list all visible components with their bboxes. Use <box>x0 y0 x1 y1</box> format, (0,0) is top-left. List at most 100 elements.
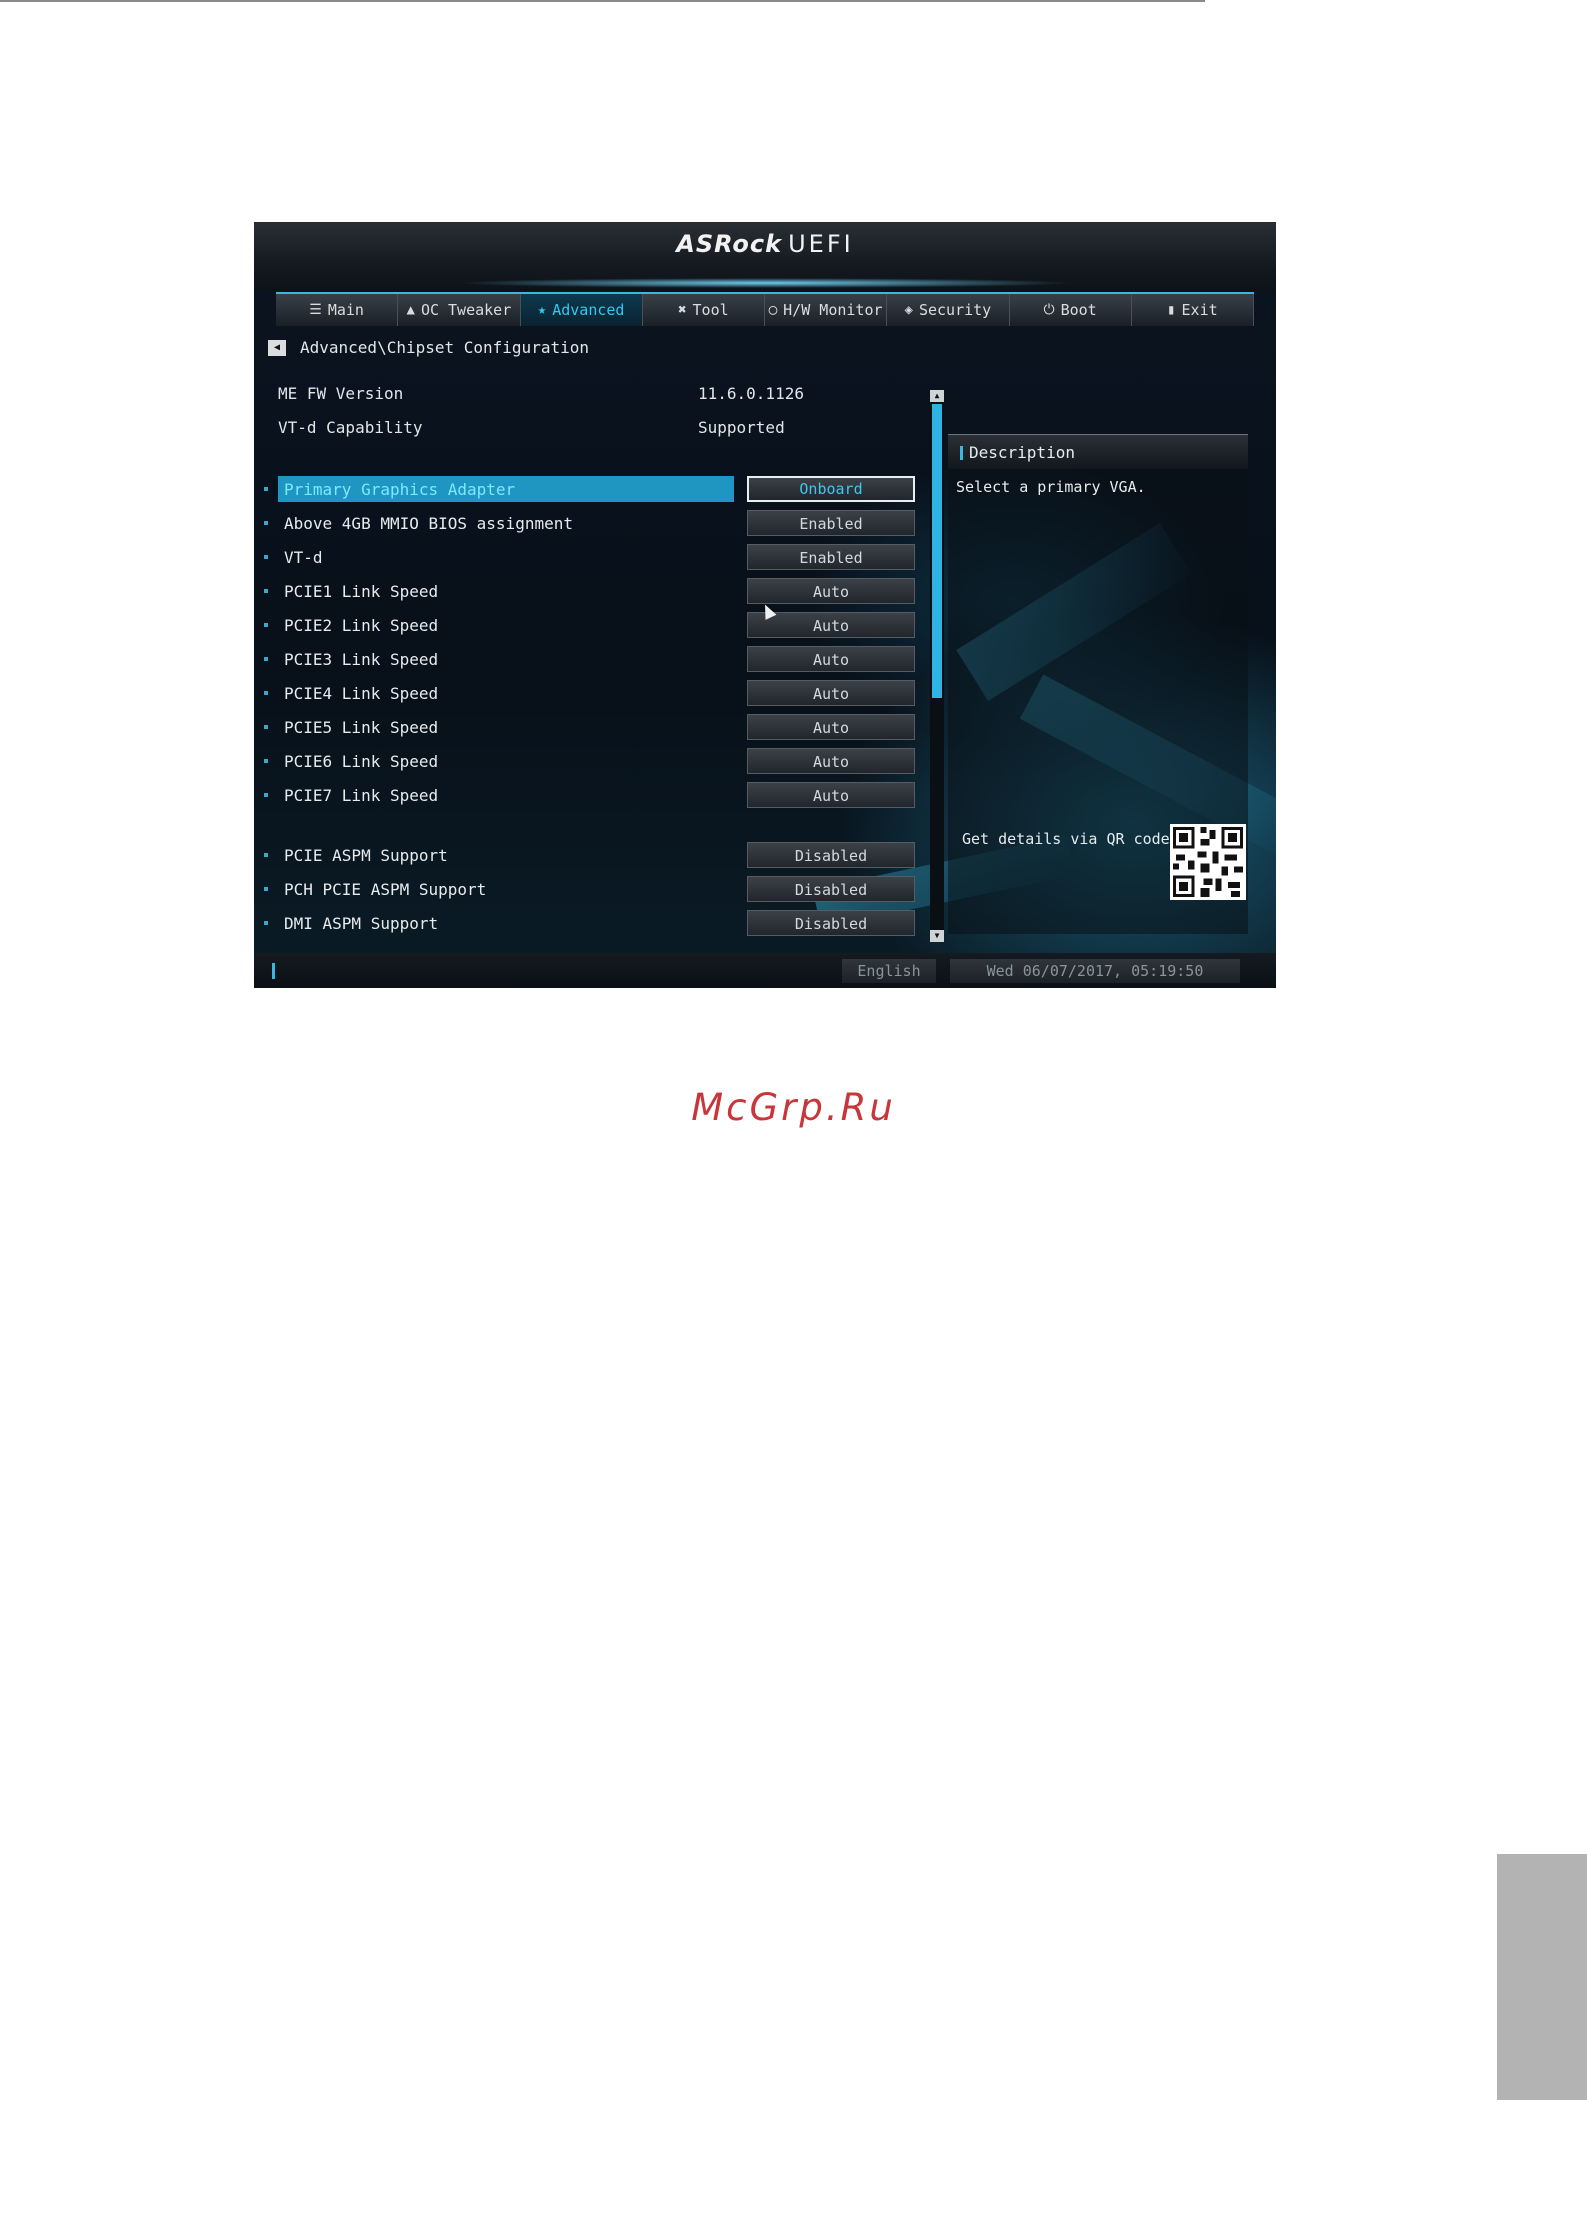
bullet-icon <box>264 853 268 857</box>
scroll-down-icon[interactable]: ▼ <box>930 930 944 942</box>
scroll-thumb[interactable] <box>932 404 942 698</box>
tab-label: Tool <box>692 301 729 319</box>
info-value-vtd-capability: Supported <box>698 418 785 437</box>
label-wrap: VT-d <box>278 544 734 570</box>
label-wrap: PCIE2 Link Speed <box>278 612 734 638</box>
back-button[interactable]: ◀ <box>268 339 286 356</box>
breadcrumb-path: Advanced\Chipset Configuration <box>300 338 589 357</box>
setting-label: PCIE2 Link Speed <box>284 615 439 635</box>
description-panel: Description Select a primary VGA. Get de… <box>948 434 1248 934</box>
setting-pcie1-link-speed[interactable]: PCIE1 Link Speed <box>264 578 734 604</box>
label-wrap: Above 4GB MMIO BIOS assignment <box>278 510 734 536</box>
back-arrow-icon: ◀ <box>273 342 281 353</box>
value-pcie1-link-speed[interactable]: Auto <box>747 578 915 604</box>
info-label-me-fw: ME FW Version <box>278 384 404 403</box>
setting-pcie4-link-speed[interactable]: PCIE4 Link Speed <box>264 680 734 706</box>
tool-icon: ✖ <box>678 302 687 318</box>
tab-boot[interactable]: ⏻ Boot <box>1010 294 1132 326</box>
power-icon: ⏻ <box>1043 302 1055 318</box>
tab-label: OC Tweaker <box>420 301 512 319</box>
rocket-icon: ▲ <box>406 302 415 318</box>
tab-main[interactable]: ☰ Main <box>276 294 399 326</box>
value-pcie4-link-speed[interactable]: Auto <box>747 680 915 706</box>
selected-highlight: Primary Graphics Adapter <box>278 476 734 502</box>
setting-pcie-aspm-support[interactable]: PCIE ASPM Support <box>264 842 734 868</box>
setting-label: PCIE3 Link Speed <box>284 649 439 669</box>
label-wrap: PCIE6 Link Speed <box>278 748 734 774</box>
tab-label: Advanced <box>552 301 625 319</box>
label-wrap: PCIE ASPM Support <box>278 842 734 868</box>
shield-icon: ◈ <box>904 302 913 318</box>
setting-label: DMI ASPM Support <box>284 913 439 933</box>
setting-pcie2-link-speed[interactable]: PCIE2 Link Speed <box>264 612 734 638</box>
setting-dmi-aspm-support[interactable]: DMI ASPM Support <box>264 910 734 936</box>
value-pcie7-link-speed[interactable]: Auto <box>747 782 915 808</box>
setting-pcie3-link-speed[interactable]: PCIE3 Link Speed <box>264 646 734 672</box>
language-button[interactable]: English <box>842 959 936 983</box>
uefi-screen: ASRock UEFI ☰ Main ▲ OC Tweaker ★ Advanced ✖… <box>254 222 1276 988</box>
label-wrap: PCH PCIE ASPM Support <box>278 876 734 902</box>
description-text: Select a primary VGA. <box>956 478 1146 496</box>
value-pcie5-link-speed[interactable]: Auto <box>747 714 915 740</box>
bullet-icon <box>264 691 268 695</box>
tab-tool[interactable]: ✖ Tool <box>643 294 765 326</box>
exit-icon: ▮ <box>1167 302 1176 318</box>
page-side-tab <box>1497 1854 1587 2100</box>
tab-security[interactable]: ◈ Security <box>887 294 1010 326</box>
value-above-4gb-mmio[interactable]: Enabled <box>747 510 915 536</box>
label-wrap: PCIE7 Link Speed <box>278 782 734 808</box>
label-wrap: DMI ASPM Support <box>278 910 734 936</box>
description-title: Description <box>960 443 1075 462</box>
bullet-icon <box>264 623 268 627</box>
qr-code-icon <box>1170 824 1246 900</box>
setting-label: Primary Graphics Adapter <box>284 479 516 499</box>
uefi-header: ASRock UEFI <box>254 222 1276 292</box>
bullet-icon <box>264 759 268 763</box>
setting-above-4gb-mmio[interactable]: Above 4GB MMIO BIOS assignment <box>264 510 734 536</box>
brand-suffix: UEFI <box>788 230 854 258</box>
setting-vt-d[interactable]: VT-d <box>264 544 734 570</box>
bullet-icon <box>264 555 268 559</box>
tab-label: Exit <box>1181 301 1218 319</box>
header-glow <box>454 278 1076 288</box>
setting-pch-pcie-aspm-support[interactable]: PCH PCIE ASPM Support <box>264 876 734 902</box>
setting-label: PCIE1 Link Speed <box>284 581 439 601</box>
monitor-icon: ◯ <box>768 302 778 318</box>
setting-pcie6-link-speed[interactable]: PCIE6 Link Speed <box>264 748 734 774</box>
setting-pcie5-link-speed[interactable]: PCIE5 Link Speed <box>264 714 734 740</box>
value-dmi-aspm-support[interactable]: Disabled <box>747 910 915 936</box>
tab-hw-monitor[interactable]: ◯ H/W Monitor <box>765 294 888 326</box>
tab-label: Security <box>918 301 992 319</box>
label-wrap: PCIE4 Link Speed <box>278 680 734 706</box>
bullet-icon <box>264 725 268 729</box>
brand-logo: ASRock UEFI <box>254 230 1276 258</box>
label-wrap: PCIE3 Link Speed <box>278 646 734 672</box>
value-pch-pcie-aspm-support[interactable]: Disabled <box>747 876 915 902</box>
star-icon: ★ <box>537 302 547 318</box>
value-pcie-aspm-support[interactable]: Disabled <box>747 842 915 868</box>
setting-pcie7-link-speed[interactable]: PCIE7 Link Speed <box>264 782 734 808</box>
setting-primary-graphics-adapter[interactable]: Primary Graphics Adapter <box>264 476 734 502</box>
bullet-icon <box>264 521 268 525</box>
value-primary-graphics-adapter[interactable]: Onboard <box>747 476 915 502</box>
bullet-icon <box>264 487 268 491</box>
description-header: Description <box>948 434 1248 469</box>
info-value-me-fw: 11.6.0.1126 <box>698 384 804 403</box>
breadcrumb: ◀ Advanced\Chipset Configuration <box>268 338 589 357</box>
tab-exit[interactable]: ▮ Exit <box>1132 294 1254 326</box>
setting-label: PCH PCIE ASPM Support <box>284 879 487 899</box>
bullet-icon <box>264 793 268 797</box>
tab-oc-tweaker[interactable]: ▲ OC Tweaker <box>398 294 521 326</box>
bullet-icon <box>264 887 268 891</box>
setting-label: Above 4GB MMIO BIOS assignment <box>284 513 573 533</box>
value-pcie6-link-speed[interactable]: Auto <box>747 748 915 774</box>
value-vt-d[interactable]: Enabled <box>747 544 915 570</box>
settings-scrollbar[interactable]: ▲ ▼ <box>930 390 944 942</box>
value-pcie3-link-speed[interactable]: Auto <box>747 646 915 672</box>
bullet-icon <box>264 589 268 593</box>
tab-advanced[interactable]: ★ Advanced <box>520 294 643 326</box>
setting-label: PCIE7 Link Speed <box>284 785 439 805</box>
brand-name: ASRock <box>676 230 783 258</box>
scroll-up-icon[interactable]: ▲ <box>930 390 944 402</box>
setting-label: VT-d <box>284 547 323 567</box>
